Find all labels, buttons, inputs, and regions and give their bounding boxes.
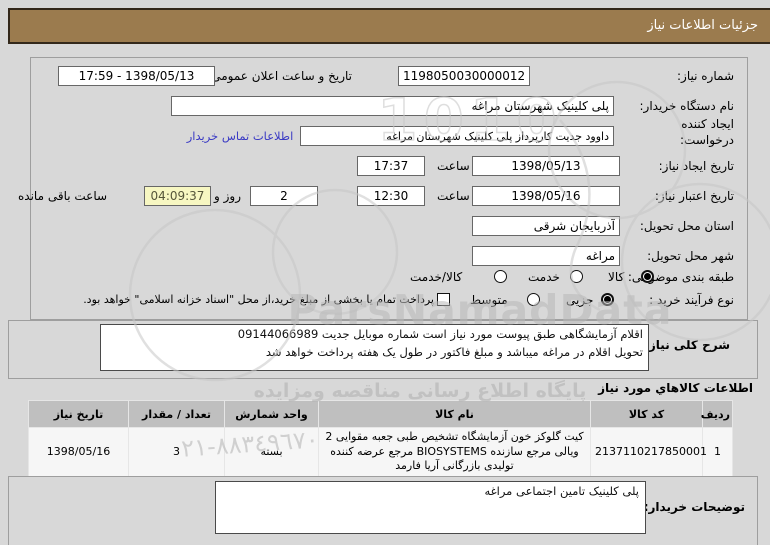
announce-datetime-field[interactable] <box>58 66 215 86</box>
goods-table-header-row: ردیف کد کالا نام کالا واحد شمارش تعداد /… <box>28 400 733 428</box>
creator-field[interactable] <box>300 126 614 146</box>
creator-label: ایجاد کننده درخواست: <box>680 117 734 147</box>
treasury-checkbox-label: پرداخت تمام یا بخشی از مبلغ خرید،از محل … <box>83 293 434 306</box>
radio-medium[interactable] <box>527 293 540 306</box>
radio-medium-label: متوسط <box>470 293 508 307</box>
process-type-label: نوع فرآیند خرید : <box>649 293 734 307</box>
cell-need-date: 1398/05/16 <box>28 427 129 477</box>
radio-service-label: خدمت <box>528 270 560 284</box>
city-label: شهر محل تحویل: <box>647 249 734 263</box>
create-date-label: تاریخ ایجاد نیاز: <box>658 159 734 173</box>
radio-goods-label: کالا <box>608 270 625 284</box>
buyer-org-field[interactable] <box>171 96 614 116</box>
valid-time-field[interactable] <box>357 186 425 206</box>
radio-goods-service-label: کالا/خدمت <box>410 270 463 284</box>
cell-unit: بسته <box>224 427 319 477</box>
col-item-code: کد کالا <box>590 400 703 428</box>
col-item-name: نام کالا <box>318 400 591 428</box>
radio-goods[interactable] <box>641 270 654 283</box>
valid-date-label: تاریخ اعتبار نیاز: <box>654 189 734 203</box>
remaining-suffix-label: ساعت باقی مانده <box>18 189 108 203</box>
province-field[interactable] <box>472 216 620 236</box>
need-number-label: شماره نیاز: <box>677 69 734 83</box>
remaining-timer: 04:09:37 <box>144 186 211 206</box>
buyer-notes-label: توضیحات خریدار: <box>643 500 745 514</box>
radio-partial[interactable] <box>601 293 614 306</box>
goods-table: ردیف کد کالا نام کالا واحد شمارش تعداد /… <box>28 400 733 477</box>
province-label: استان محل تحویل: <box>639 219 734 233</box>
description-textarea[interactable]: اقلام آزمایشگاهی طبق پیوست مورد نیاز است… <box>100 324 649 371</box>
cell-row-no: 1 <box>702 427 733 477</box>
cell-item-code: 2137110217850001 <box>590 427 707 477</box>
cell-quantity: 3 <box>128 427 225 477</box>
radio-goods-service[interactable] <box>494 270 507 283</box>
treasury-checkbox[interactable] <box>437 293 450 306</box>
radio-partial-label: جزیی <box>566 293 594 307</box>
city-field[interactable] <box>472 246 620 266</box>
col-row-no: ردیف <box>701 400 733 428</box>
valid-date-field[interactable] <box>472 186 620 206</box>
radio-service[interactable] <box>570 270 583 283</box>
col-need-date: تاریخ نیاز <box>28 400 129 428</box>
page-title: جزئیات اطلاعات نیاز <box>8 8 770 44</box>
create-hour-label: ساعت <box>437 159 470 173</box>
description-label: شرح کلی نیاز: <box>644 338 730 352</box>
goods-table-row[interactable]: 1 2137110217850001 کیت گلوکز خون آزمایشگ… <box>28 427 733 477</box>
col-unit: واحد شمارش <box>224 400 319 428</box>
need-number-field[interactable] <box>398 66 530 86</box>
need-details-page: 1010 ParsNamadData پایگاه اطلاع رسانی من… <box>0 0 770 545</box>
create-date-field[interactable] <box>472 156 620 176</box>
buyer-org-label: نام دستگاه خریدار: <box>639 99 735 113</box>
buyer-contact-link[interactable]: اطلاعات تماس خریدار <box>183 129 297 143</box>
announce-datetime-label: تاریخ و ساعت اعلان عمومی: <box>207 69 352 83</box>
remaining-days-field[interactable] <box>250 186 318 206</box>
watermark-site-line: پایگاه اطلاع رسانی مناقصه ومزایده <box>254 379 587 402</box>
cell-item-name: کیت گلوکز خون آزمایشگاه تشخیص طبی جعبه م… <box>318 427 591 477</box>
valid-hour-label: ساعت <box>437 189 470 203</box>
create-time-field[interactable] <box>357 156 425 176</box>
col-quantity: تعداد / مقدار <box>128 400 225 428</box>
goods-section-title: اطلاعات کالاهاي مورد نیاز <box>598 381 753 395</box>
remaining-days-label: روز و <box>214 189 241 203</box>
buyer-notes-textarea[interactable]: پلی کلینیک تامین اجتماعی مراغه <box>215 481 646 534</box>
